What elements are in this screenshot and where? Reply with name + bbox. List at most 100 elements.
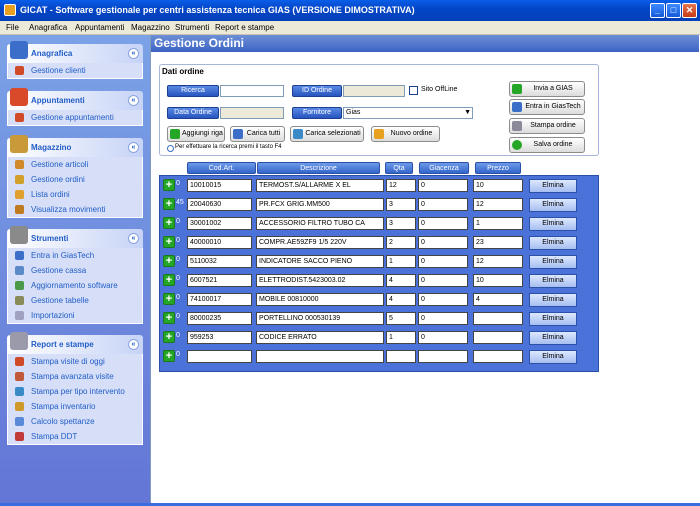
qta-cell[interactable] — [386, 350, 416, 363]
stampa-ordine-button[interactable]: Stampa ordine — [509, 118, 585, 134]
elimina-button[interactable]: Elmina — [529, 312, 577, 326]
sidebar-item-calcolo-spettanze[interactable]: Calcolo spettanze — [8, 414, 142, 429]
aggiungi-riga-button[interactable]: Aggiungi riga — [167, 126, 225, 142]
sidebar-item-gestione-appuntamenti[interactable]: Gestione appuntamenti — [8, 110, 142, 125]
prezzo-cell[interactable] — [473, 331, 523, 344]
minimize-button[interactable]: _ — [650, 3, 665, 18]
descrizione-cell[interactable] — [256, 350, 384, 363]
sidebar-item-visualizza-movimenti[interactable]: Visualizza movimenti — [8, 202, 142, 217]
entra-giastech-button[interactable]: Entra in GiasTech — [509, 99, 585, 115]
sidebar-item-aggiornamento-software[interactable]: Aggiornamento software — [8, 278, 142, 293]
collapse-icon[interactable]: « — [128, 142, 139, 153]
qta-cell[interactable]: 4 — [386, 274, 416, 287]
menu-report[interactable]: Report e stampe — [215, 23, 274, 32]
sidebar-item-stampa-tipo-intervento[interactable]: Stampa per tipo intervento — [8, 384, 142, 399]
elimina-button[interactable]: Elmina — [529, 293, 577, 307]
data-ordine-field[interactable] — [220, 107, 284, 119]
descrizione-cell[interactable]: PORTELLINO 000530139 — [256, 312, 384, 325]
panel-header[interactable]: Appuntamenti « — [7, 88, 143, 110]
ricerca-input[interactable] — [220, 85, 284, 97]
column-header-giacenza[interactable]: Giacenza — [419, 162, 469, 174]
elimina-button[interactable]: Elmina — [529, 217, 577, 231]
giacenza-cell[interactable]: 0 — [418, 274, 468, 287]
column-header-descrizione[interactable]: Descrizione — [257, 162, 380, 174]
add-icon[interactable]: + — [163, 179, 175, 191]
sidebar-item-entra-giastech[interactable]: Entra in GiasTech — [8, 248, 142, 263]
cod-art-cell[interactable]: 80000235 — [187, 312, 252, 325]
panel-header[interactable]: Magazzino « — [7, 135, 143, 157]
giacenza-cell[interactable] — [418, 350, 468, 363]
cod-art-cell[interactable]: 74100017 — [187, 293, 252, 306]
giacenza-cell[interactable]: 0 — [418, 331, 468, 344]
elimina-button[interactable]: Elmina — [529, 236, 577, 250]
elimina-button[interactable]: Elmina — [529, 331, 577, 345]
sidebar-item-lista-ordini[interactable]: Lista ordini — [8, 187, 142, 202]
qta-cell[interactable]: 3 — [386, 217, 416, 230]
sidebar-item-gestione-clienti[interactable]: Gestione clienti — [8, 63, 142, 78]
ricerca-button[interactable]: Ricerca — [167, 85, 219, 97]
cod-art-cell[interactable]: 6007521 — [187, 274, 252, 287]
descrizione-cell[interactable]: ACCESSORIO FILTRO TUBO CA — [256, 217, 384, 230]
prezzo-cell[interactable] — [473, 350, 523, 363]
carica-tutti-button[interactable]: Carica tutti — [230, 126, 285, 142]
add-icon[interactable]: + — [163, 293, 175, 305]
sidebar-item-gestione-articoli[interactable]: Gestione articoli — [8, 157, 142, 172]
sidebar-item-gestione-cassa[interactable]: Gestione cassa — [8, 263, 142, 278]
qta-cell[interactable]: 1 — [386, 255, 416, 268]
sidebar-item-stampa-ddt[interactable]: Stampa DDT — [8, 429, 142, 444]
descrizione-cell[interactable]: INDICATORE SACCO PIENO — [256, 255, 384, 268]
maximize-button[interactable]: □ — [666, 3, 681, 18]
prezzo-cell[interactable]: 4 — [473, 293, 523, 306]
collapse-icon[interactable]: « — [128, 339, 139, 350]
add-icon[interactable]: + — [163, 331, 175, 343]
carica-selezionati-button[interactable]: Carica selezionati — [290, 126, 364, 142]
nuovo-ordine-button[interactable]: Nuovo ordine — [371, 126, 440, 142]
giacenza-cell[interactable]: 0 — [418, 255, 468, 268]
descrizione-cell[interactable]: PR.FCX GRIG.MM500 — [256, 198, 384, 211]
add-icon[interactable]: + — [163, 198, 175, 210]
menu-anagrafica[interactable]: Anagrafica — [29, 23, 67, 32]
column-header-cod-art[interactable]: Cod.Art. — [187, 162, 256, 174]
descrizione-cell[interactable]: ELETTRODIST.5423003.02 — [256, 274, 384, 287]
menu-file[interactable]: File — [6, 23, 19, 32]
descrizione-cell[interactable]: COMPR.AE59ZF9 1/5 220V — [256, 236, 384, 249]
elimina-button[interactable]: Elmina — [529, 255, 577, 269]
panel-header[interactable]: Anagrafica « — [7, 41, 143, 63]
prezzo-cell[interactable]: 23 — [473, 236, 523, 249]
sito-offline-checkbox[interactable] — [409, 86, 418, 95]
qta-cell[interactable]: 12 — [386, 179, 416, 192]
elimina-button[interactable]: Elmina — [529, 179, 577, 193]
salva-ordine-button[interactable]: Salva ordine — [509, 137, 585, 153]
fornitore-select[interactable]: Gias ▼ — [343, 107, 473, 119]
add-icon[interactable]: + — [163, 312, 175, 324]
sidebar-item-importazioni[interactable]: Importazioni — [8, 308, 142, 323]
qta-cell[interactable]: 4 — [386, 293, 416, 306]
sidebar-item-stampa-visite-oggi[interactable]: Stampa visite di oggi — [8, 354, 142, 369]
cod-art-cell[interactable]: 10010015 — [187, 179, 252, 192]
elimina-button[interactable]: Elmina — [529, 350, 577, 364]
panel-header[interactable]: Report e stampe « — [7, 332, 143, 354]
sidebar-item-gestione-ordini[interactable]: Gestione ordini — [8, 172, 142, 187]
elimina-button[interactable]: Elmina — [529, 274, 577, 288]
add-icon[interactable]: + — [163, 217, 175, 229]
prezzo-cell[interactable]: 10 — [473, 179, 523, 192]
giacenza-cell[interactable]: 0 — [418, 312, 468, 325]
sidebar-item-stampa-avanzata-visite[interactable]: Stampa avanzata visite — [8, 369, 142, 384]
elimina-button[interactable]: Elmina — [529, 198, 577, 212]
prezzo-cell[interactable]: 10 — [473, 274, 523, 287]
qta-cell[interactable]: 3 — [386, 198, 416, 211]
id-ordine-field[interactable] — [343, 85, 405, 97]
menu-magazzino[interactable]: Magazzino — [131, 23, 170, 32]
collapse-icon[interactable]: « — [128, 48, 139, 59]
add-icon[interactable]: + — [163, 274, 175, 286]
giacenza-cell[interactable]: 0 — [418, 236, 468, 249]
cod-art-cell[interactable]: 959253 — [187, 331, 252, 344]
collapse-icon[interactable]: « — [128, 95, 139, 106]
giacenza-cell[interactable]: 0 — [418, 217, 468, 230]
add-icon[interactable]: + — [163, 255, 175, 267]
column-header-prezzo[interactable]: Prezzo — [475, 162, 521, 174]
panel-header[interactable]: Strumenti « — [7, 226, 143, 248]
qta-cell[interactable]: 1 — [386, 331, 416, 344]
chevron-down-icon[interactable]: ▼ — [464, 108, 471, 118]
collapse-icon[interactable]: « — [128, 233, 139, 244]
